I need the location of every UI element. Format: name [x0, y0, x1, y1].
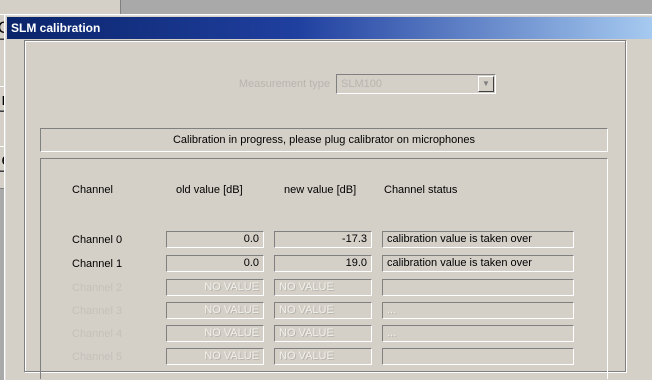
measurement-selector[interactable]: SLM100 ▼	[336, 74, 496, 94]
channel-label: Channel 4	[72, 328, 123, 340]
chevron-down-icon[interactable]: ▼	[478, 76, 494, 92]
header-channel-status: Channel status	[384, 184, 458, 196]
new-value-field: NO VALUE	[274, 302, 372, 319]
header-channel: Channel	[72, 184, 113, 196]
channel-status-field	[382, 348, 574, 365]
measurement-selector-row: Measurement type SLM100 ▼	[40, 70, 600, 98]
channel-label: Channel 3	[72, 305, 123, 317]
old-value-field: NO VALUE	[166, 302, 264, 319]
new-value-field: NO VALUE	[274, 348, 372, 365]
channel-label: Channel 2	[72, 282, 123, 294]
old-value-field: NO VALUE	[166, 348, 264, 365]
channel-status-field: ...	[382, 325, 574, 342]
calibration-status-message: Calibration in progress, please plug cal…	[40, 128, 608, 152]
channel-status-field: ...	[382, 302, 574, 319]
measurement-selector-value: SLM100	[341, 78, 382, 90]
old-value-field: NO VALUE	[166, 325, 264, 342]
channel-status-field: calibration value is taken over	[382, 231, 574, 248]
new-value-field: -17.3	[274, 231, 372, 248]
dialog-title: SLM calibration	[11, 21, 101, 35]
old-value-field: NO VALUE	[166, 279, 264, 296]
new-value-field: NO VALUE	[274, 279, 372, 296]
header-old-value: old value [dB]	[176, 184, 243, 196]
channel-status-field: calibration value is taken over	[382, 255, 574, 272]
new-value-field: 19.0	[274, 255, 372, 272]
channel-label: Channel 1	[72, 258, 123, 270]
old-value-field: 0.0	[166, 255, 264, 272]
measurement-selector-label: Measurement type	[238, 78, 330, 90]
new-value-field: NO VALUE	[274, 325, 372, 342]
dialog-title-bar[interactable]: SLM calibration	[7, 17, 652, 39]
channel-label: Channel 5	[72, 351, 123, 363]
header-new-value: new value [dB]	[284, 184, 357, 196]
channel-label: Channel 0	[72, 234, 123, 246]
channel-status-field	[382, 279, 574, 296]
old-value-field: 0.0	[166, 231, 264, 248]
